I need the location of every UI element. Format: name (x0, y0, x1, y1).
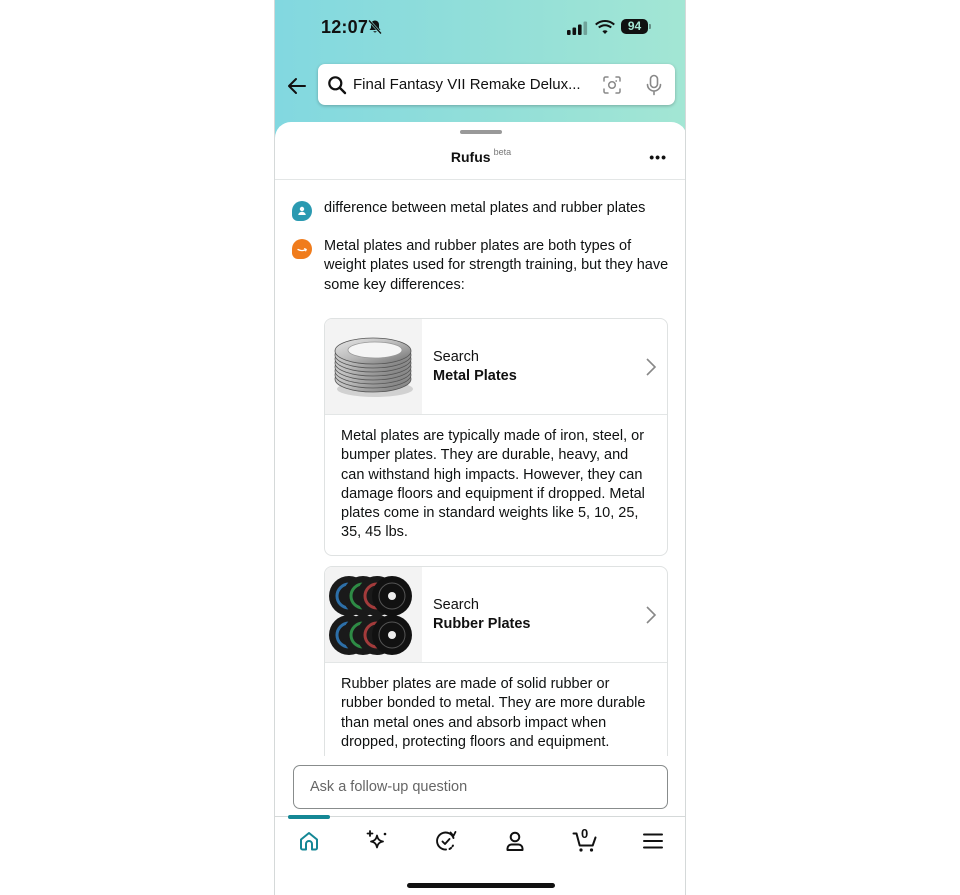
search-icon (328, 76, 347, 95)
home-indicator (407, 883, 555, 888)
home-icon (300, 832, 318, 851)
menu-icon (643, 833, 663, 849)
microphone-icon[interactable] (645, 74, 663, 96)
rufus-title: Rufus (450, 149, 491, 165)
back-arrow-icon[interactable] (285, 74, 309, 98)
rubber-plates-image (325, 567, 422, 662)
search-query[interactable]: Final Fantasy VII Remake Delux... (353, 76, 593, 93)
result-card-metal-plates: Search Metal Plates Metal plates are typ… (324, 318, 668, 556)
nav-account[interactable] (495, 827, 535, 855)
person-icon (506, 831, 524, 851)
more-options-button[interactable]: ••• (649, 149, 667, 165)
nav-cart[interactable]: 0 (564, 826, 604, 855)
card-description: Rubber plates are made of solid rubber o… (341, 676, 646, 750)
search-label: Search (433, 349, 479, 365)
bell-slash-icon (368, 19, 382, 35)
status-bar: 12:07 94 (275, 0, 685, 56)
rufus-sheet: Rufus beta ••• difference between metal p… (275, 122, 685, 895)
search-bar[interactable]: Final Fantasy VII Remake Delux... (318, 64, 675, 105)
card-title: Metal Plates (433, 368, 517, 384)
camera-scan-icon[interactable] (602, 75, 622, 95)
result-card-rubber-plates: Search Rubber Plates Rubber plates are m… (324, 566, 668, 756)
signal-icon (567, 21, 588, 35)
cart-count: 0 (581, 826, 589, 841)
search-label: Search (433, 597, 479, 613)
wifi-icon (595, 20, 615, 34)
nav-menu[interactable] (633, 827, 673, 855)
follow-up-question-input[interactable] (293, 765, 668, 809)
card-title: Rubber Plates (433, 616, 531, 632)
status-time: 12:07 (321, 17, 369, 37)
nav-buy-again[interactable] (426, 827, 466, 855)
bot-intro-text: Metal plates and rubber plates are both … (324, 238, 669, 293)
buy-again-icon (436, 831, 457, 851)
sheet-title: Rufus beta (275, 147, 685, 167)
active-tab-indicator (288, 815, 330, 819)
nav-rufus[interactable] (357, 827, 397, 855)
sheet-drag-handle[interactable] (460, 130, 502, 134)
chevron-right-icon (646, 358, 657, 376)
chevron-right-icon (646, 606, 657, 624)
search-rubber-plates-link[interactable]: Search Rubber Plates (325, 567, 667, 663)
beta-badge: beta (493, 147, 512, 157)
user-message-text: difference between metal plates and rubb… (324, 200, 646, 216)
nav-home[interactable] (289, 827, 329, 855)
metal-plates-image (325, 319, 422, 414)
card-description: Metal plates are typically made of iron,… (341, 428, 645, 541)
bottom-navigation: 0 (275, 815, 685, 895)
user-avatar-icon (292, 201, 312, 221)
sparkle-icon (366, 830, 387, 849)
phone-screen: 12:07 94 Final Fantasy VII Remake Delux.… (274, 0, 686, 895)
battery-level: 94 (621, 19, 648, 34)
chat-area[interactable]: difference between metal plates and rubb… (275, 180, 685, 756)
battery-icon: 94 (621, 19, 651, 35)
search-metal-plates-link[interactable]: Search Metal Plates (325, 319, 667, 415)
rufus-avatar-icon (292, 239, 312, 259)
